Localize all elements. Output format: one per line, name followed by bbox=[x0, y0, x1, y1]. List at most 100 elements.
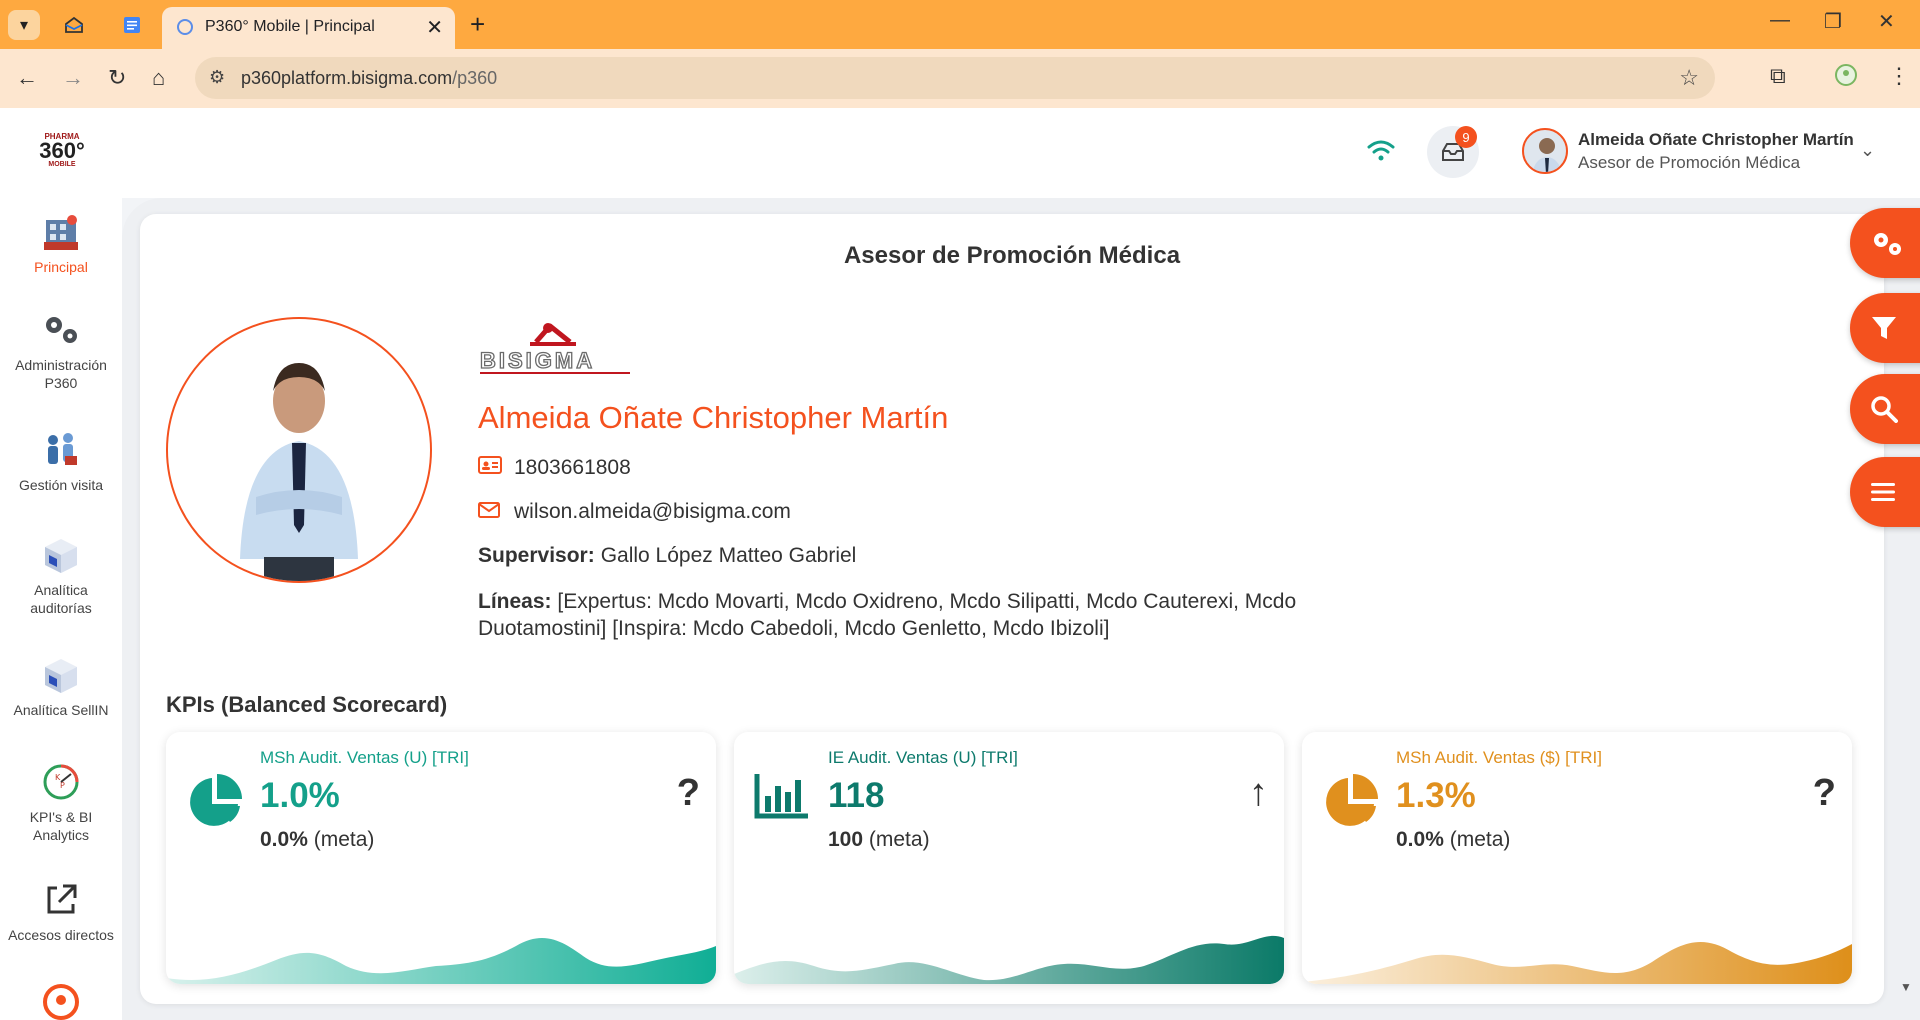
pie-chart-icon bbox=[1322, 772, 1380, 835]
bisigma-logo: BISIGMA bbox=[478, 320, 638, 385]
kpi-label: IE Audit. Ventas (U) [TRI] bbox=[828, 748, 1018, 767]
sidebar-item-label: KPI's & BI Analytics bbox=[29, 809, 93, 843]
gears-icon bbox=[1874, 233, 1901, 255]
kpi-value: 1.0% bbox=[260, 776, 340, 815]
close-window-icon[interactable]: ✕ bbox=[1878, 9, 1895, 34]
sidebar-item-more[interactable] bbox=[0, 978, 122, 1020]
kpi-sparkline bbox=[166, 937, 716, 984]
kpi-meta: 0.0% (meta) bbox=[1396, 828, 1511, 851]
tab-title: P360° Mobile | Principal bbox=[205, 18, 375, 35]
filter-fab[interactable] bbox=[1850, 293, 1920, 363]
cube-sellin-icon bbox=[39, 653, 83, 697]
lines-label: Líneas: bbox=[478, 590, 552, 613]
header-user-name[interactable]: Almeida Oñate Christopher Martín bbox=[1578, 130, 1854, 150]
kpi-label: MSh Audit. Ventas ($) [TRI] bbox=[1396, 748, 1602, 767]
svg-text:P: P bbox=[60, 781, 65, 790]
browser-tab-bar: ▾ P360° Mobile | Principal ✕ + — ❐ ✕ bbox=[0, 0, 1920, 49]
active-tab[interactable]: P360° Mobile | Principal ✕ bbox=[162, 7, 455, 49]
kpi-meta: 0.0% (meta) bbox=[260, 828, 375, 851]
kpi-meta: 100 (meta) bbox=[828, 828, 930, 851]
sidebar-item-label: Analítica auditorías bbox=[30, 582, 92, 616]
notifications-button[interactable]: 9 bbox=[1427, 126, 1479, 178]
profile-lines: Líneas: [Expertus: Mcdo Movarti, Mcdo Ox… bbox=[478, 588, 1358, 642]
minimize-icon[interactable]: — bbox=[1770, 9, 1790, 32]
cube-analytics-icon bbox=[39, 533, 83, 577]
bookmark-star-icon[interactable]: ☆ bbox=[1679, 65, 1699, 91]
browser-address-bar: ← → ↻ ⌂ ⚙ p360platform.bisigma.com/p360 … bbox=[0, 49, 1920, 108]
profile-id-row: 1803661808 bbox=[478, 456, 631, 480]
bar-chart-icon bbox=[754, 772, 810, 825]
question-icon: ? bbox=[1812, 772, 1836, 814]
docs-tab-icon[interactable] bbox=[116, 10, 148, 40]
supervisor-name: Gallo López Matteo Gabriel bbox=[600, 544, 857, 567]
inbox-tab-icon[interactable] bbox=[58, 10, 90, 40]
supervisor-label: Supervisor: bbox=[478, 544, 595, 567]
kpi-sparkline bbox=[1302, 941, 1852, 984]
kpi-sparkline bbox=[734, 935, 1284, 984]
back-icon[interactable]: ← bbox=[16, 65, 38, 91]
app-header: PHARMA 360° MOBILE 9 Almeida Oñate Chris… bbox=[0, 108, 1920, 198]
id-card-icon bbox=[478, 456, 502, 480]
hamburger-menu-icon bbox=[1871, 483, 1895, 501]
tab-list-button[interactable]: ▾ bbox=[8, 10, 40, 40]
browser-menu-icon[interactable]: ⋮ bbox=[1888, 63, 1910, 89]
search-fab[interactable] bbox=[1850, 374, 1920, 444]
profile-photo bbox=[166, 317, 432, 583]
extensions-icon[interactable]: ⧉ bbox=[1770, 63, 1786, 89]
profile-card: Asesor de Promoción Médica BISIGMA Almei… bbox=[140, 214, 1884, 1004]
settings-fab[interactable] bbox=[1850, 208, 1920, 278]
profile-email-row: wilson.almeida@bisigma.com bbox=[478, 500, 791, 524]
new-tab-button[interactable]: + bbox=[470, 9, 485, 40]
page-title: Asesor de Promoción Médica bbox=[843, 242, 1181, 269]
profile-id-number: 1803661808 bbox=[514, 456, 631, 479]
kpi-value: 118 bbox=[828, 776, 885, 815]
menu-fab[interactable] bbox=[1850, 457, 1920, 527]
sidebar-item-accesos-directos[interactable]: Accesos directos bbox=[0, 878, 122, 944]
kpi-section-title: KPIs (Balanced Scorecard) bbox=[166, 692, 448, 717]
notification-badge: 9 bbox=[1455, 126, 1477, 148]
forward-icon[interactable]: → bbox=[62, 65, 84, 91]
sidebar-item-analitica-auditorias[interactable]: Analítica auditorías bbox=[0, 533, 122, 617]
scroll-down-icon[interactable]: ▼ bbox=[1900, 980, 1912, 994]
kpi-card[interactable]: IE Audit. Ventas (U) [TRI] 118 100 (meta… bbox=[734, 732, 1284, 984]
sidebar-item-gestion-visita[interactable]: Gestión visita bbox=[0, 428, 122, 494]
profile-email[interactable]: wilson.almeida@bisigma.com bbox=[514, 500, 791, 524]
search-icon bbox=[1871, 396, 1898, 423]
lines-value: [Expertus: Mcdo Movarti, Mcdo Oxidreno, … bbox=[478, 590, 1297, 640]
home-icon[interactable]: ⌂ bbox=[152, 65, 165, 91]
pie-chart-icon bbox=[186, 772, 244, 835]
profile-name: Almeida Oñate Christopher Martín bbox=[478, 400, 949, 435]
gears-icon bbox=[39, 308, 83, 352]
pharma360-logo[interactable]: PHARMA 360° MOBILE bbox=[36, 132, 88, 176]
envelope-icon bbox=[478, 500, 502, 524]
support-user-icon bbox=[39, 978, 83, 1020]
site-settings-icon[interactable]: ⚙ bbox=[209, 67, 225, 88]
question-icon: ? bbox=[676, 772, 700, 814]
home-building-icon bbox=[39, 210, 83, 254]
sidebar-item-analitica-sellin[interactable]: Analítica SellIN bbox=[0, 653, 122, 719]
sidebar-item-label: Accesos directos bbox=[8, 927, 114, 943]
profile-icon[interactable] bbox=[1834, 63, 1858, 93]
kpi-value: 1.3% bbox=[1396, 776, 1476, 815]
chevron-down-icon[interactable]: ⌄ bbox=[1860, 140, 1875, 161]
sidebar-item-kpis-bi[interactable]: KP KPI's & BI Analytics bbox=[0, 760, 122, 844]
kpi-card[interactable]: MSh Audit. Ventas (U) [TRI] 1.0% 0.0% (m… bbox=[166, 732, 716, 984]
url-bar[interactable]: ⚙ p360platform.bisigma.com/p360 ☆ bbox=[195, 57, 1715, 99]
filter-icon bbox=[1872, 317, 1896, 339]
sidebar-item-label: Analítica SellIN bbox=[13, 702, 109, 718]
sidebar-item-principal[interactable]: Principal bbox=[0, 210, 122, 276]
profile-supervisor-row: Supervisor: Gallo López Matteo Gabriel bbox=[478, 544, 856, 568]
kpi-gauge-icon: KP bbox=[39, 760, 83, 804]
kpi-card[interactable]: MSh Audit. Ventas ($) [TRI] 1.3% 0.0% (m… bbox=[1302, 732, 1852, 984]
url-text: p360platform.bisigma.com/p360 bbox=[241, 68, 498, 88]
restore-icon[interactable]: ❐ bbox=[1824, 9, 1842, 34]
visit-people-icon bbox=[39, 428, 83, 472]
header-user-role: Asesor de Promoción Médica bbox=[1578, 153, 1801, 172]
tab-close-icon[interactable]: ✕ bbox=[426, 15, 443, 40]
user-avatar[interactable] bbox=[1522, 128, 1568, 174]
reload-icon[interactable]: ↻ bbox=[108, 65, 126, 91]
external-link-icon bbox=[39, 878, 83, 922]
sidebar-item-administracion[interactable]: Administración P360 bbox=[0, 308, 122, 392]
tab-favicon-icon bbox=[177, 19, 193, 35]
kpi-label: MSh Audit. Ventas (U) [TRI] bbox=[260, 748, 469, 767]
